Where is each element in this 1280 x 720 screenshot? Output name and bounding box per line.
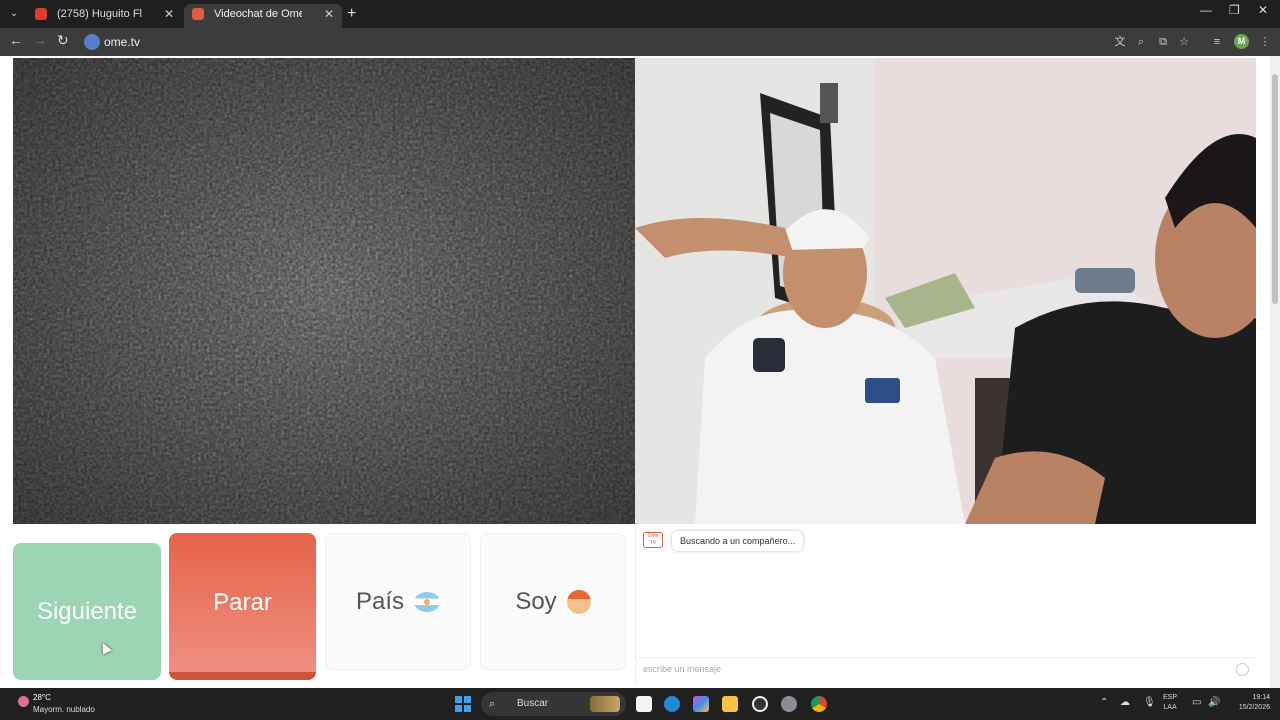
edge-icon[interactable]: [664, 696, 680, 712]
windows-taskbar: 28°C Mayorm. nublado ⌕ Buscar ⌃ ☁ 🎙 ESP …: [0, 688, 1280, 720]
gender-button[interactable]: Soy: [480, 533, 626, 670]
ometv-logo-icon: Ome TV: [643, 532, 663, 548]
next-button[interactable]: Siguiente: [13, 543, 161, 680]
stop-button-label: Parar: [213, 588, 272, 616]
close-tab-icon[interactable]: ✕: [324, 4, 334, 24]
scrollbar-thumb[interactable]: [1272, 74, 1278, 304]
tab-search-icon[interactable]: ⌄: [5, 5, 23, 23]
argentina-flag-icon: [414, 591, 441, 612]
chat-status-message: Buscando a un compañero...: [672, 531, 804, 551]
show-hidden-icons[interactable]: ⌃: [1100, 697, 1108, 708]
gender-button-label: Soy: [515, 587, 557, 615]
site-info-icon[interactable]: [84, 34, 100, 50]
search-icon: ⌕: [489, 698, 496, 710]
back-icon[interactable]: ←: [9, 32, 23, 48]
url-text: ome.tv: [104, 35, 141, 49]
search-label: Buscar: [517, 698, 549, 709]
weather-widget[interactable]: 28°C Mayorm. nublado: [18, 693, 108, 715]
close-window-icon[interactable]: ✕: [1258, 3, 1268, 17]
camera-feed-image: [635, 58, 1256, 524]
task-view-icon[interactable]: [636, 696, 652, 712]
reload-icon[interactable]: ↻: [57, 32, 69, 49]
country-button-label: País: [355, 587, 405, 615]
bookmark-star-icon[interactable]: ☆: [1177, 35, 1191, 49]
restore-icon[interactable]: ❐: [1229, 3, 1240, 17]
message-placeholder: escribe un mensaje: [643, 664, 722, 674]
zoom-icon[interactable]: ⌕: [1134, 35, 1148, 49]
next-button-label: Siguiente: [36, 597, 138, 625]
browser-tab-bar: ⌄ (2758) Huguito Flores El Súpe ✕ Videoc…: [0, 0, 1280, 28]
language-indicator[interactable]: ESP LAA: [1163, 693, 1177, 713]
forward-icon[interactable]: →: [33, 32, 47, 48]
chrome-icon[interactable]: [811, 696, 827, 712]
microphone-icon[interactable]: 🎙: [1143, 697, 1156, 708]
ometv-page: Siguiente Parar País Soy Ome TV Buscando…: [0, 56, 1270, 688]
menu-kebab-icon[interactable]: ⋮: [1258, 35, 1272, 49]
lang-layout: LAA: [1163, 704, 1177, 711]
ometv-icon: [192, 8, 204, 20]
page-scrollbar[interactable]: [1270, 56, 1280, 688]
volume-icon[interactable]: 🔊: [1208, 697, 1220, 708]
emoji-icon[interactable]: [1236, 663, 1249, 676]
clock-time: 19:14: [1252, 694, 1270, 701]
copilot-icon[interactable]: [693, 696, 709, 712]
self-camera-video: [635, 58, 1256, 524]
network-icon[interactable]: ▭: [1192, 697, 1201, 708]
stranger-video-static: [13, 58, 635, 524]
address-bar-row: ← → ↻ ome.tv 文 ⌕ ⧉ ☆ ≡ ⋮: [0, 28, 1280, 56]
stop-button[interactable]: Parar: [169, 533, 316, 680]
file-explorer-icon[interactable]: [722, 696, 738, 712]
tab-youtube[interactable]: (2758) Huguito Flores El Súpe ✕: [27, 4, 182, 28]
weather-icon: [18, 696, 29, 707]
reading-list-icon[interactable]: ≡: [1210, 35, 1224, 49]
system-clock[interactable]: 19:14 15/2/2026: [1226, 693, 1270, 713]
weather-desc: Mayorm. nublado: [33, 705, 95, 714]
install-app-icon[interactable]: ⧉: [1156, 35, 1170, 49]
settings-gear-icon[interactable]: [781, 696, 797, 712]
tab-title: Videochat de OmeTV: alter: [214, 8, 302, 20]
close-tab-icon[interactable]: ✕: [164, 4, 174, 24]
windows-start-icon[interactable]: [455, 696, 471, 712]
minimize-icon[interactable]: —: [1200, 3, 1212, 17]
boy-emoji-icon: [566, 589, 591, 614]
search-highlight-image: [590, 696, 620, 712]
message-input[interactable]: escribe un mensaje: [636, 657, 1257, 679]
country-button[interactable]: País: [325, 533, 471, 670]
new-tab-button[interactable]: +: [347, 4, 356, 24]
static-noise: [13, 58, 635, 524]
translate-icon[interactable]: 文: [1113, 35, 1127, 49]
chat-panel: Ome TV Buscando a un compañero... escrib…: [635, 525, 1257, 684]
onedrive-icon[interactable]: ☁: [1120, 697, 1130, 708]
taskbar-search[interactable]: ⌕ Buscar: [481, 692, 626, 716]
profile-avatar[interactable]: M: [1234, 34, 1249, 49]
youtube-icon: [35, 8, 47, 20]
tab-title: (2758) Huguito Flores El Súpe: [57, 8, 142, 20]
xbox-icon[interactable]: [752, 696, 768, 712]
lang-code: ESP: [1163, 694, 1178, 701]
url-field[interactable]: ome.tv: [80, 30, 1100, 54]
tab-ometv[interactable]: Videochat de OmeTV: alter ✕: [184, 4, 342, 28]
weather-temp: 28°C: [33, 693, 51, 702]
clock-date: 15/2/2026: [1238, 704, 1270, 711]
